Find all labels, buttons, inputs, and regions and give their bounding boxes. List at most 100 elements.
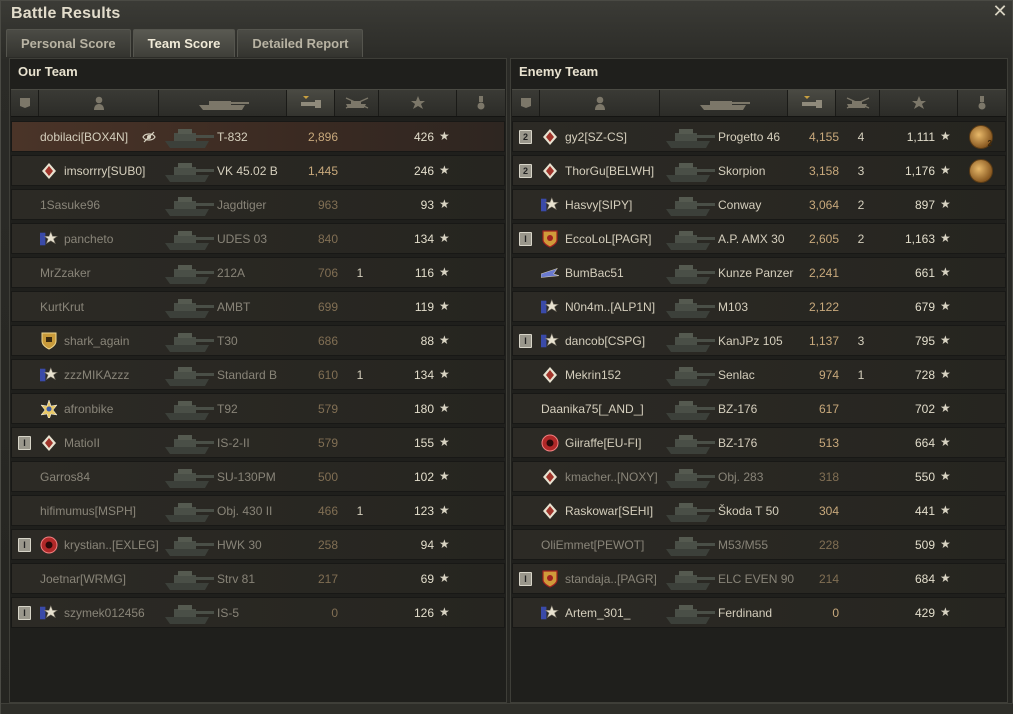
player-name[interactable]: MrZzaker [40, 266, 91, 280]
star-icon: ★ [439, 537, 450, 551]
player-name[interactable]: Daanika75[_AND_] [541, 402, 644, 416]
table-row[interactable]: dobilaci[BOX4N] T-832 2,896 426 ★ [11, 121, 505, 152]
table-row[interactable]: Artem_301_ Ferdinand 0 429 ★ [512, 597, 1006, 628]
xp-value: 1,163 [904, 232, 935, 246]
table-row[interactable]: Iszymek012456 IS-5 0 126 ★ [11, 597, 505, 628]
player-name[interactable]: imsorrry[SUB0] [64, 164, 145, 178]
tank-icon [663, 464, 717, 490]
player-name[interactable]: zzzMIKAzzz [64, 368, 129, 382]
gold-shield-badge-icon [541, 570, 559, 588]
xp-value: 93 [420, 198, 434, 212]
star-icon: ★ [439, 469, 450, 483]
player-name[interactable]: Raskowar[SEHI] [565, 504, 653, 518]
damage-column-icon[interactable] [287, 90, 335, 116]
tab-team-score[interactable]: Team Score [132, 29, 236, 57]
rank-column-icon[interactable] [11, 90, 39, 116]
close-icon[interactable]: ✕ [992, 2, 1008, 20]
player-name[interactable]: dobilaci[BOX4N] [40, 130, 128, 144]
player-name[interactable]: Joetnar[WRMG] [40, 572, 126, 586]
player-column-icon[interactable] [540, 90, 660, 116]
player-name[interactable]: ThorGu[BELWH] [565, 164, 654, 178]
table-row[interactable]: KurtKrut AMBT 699 119 ★ [11, 291, 505, 322]
tab-personal-score[interactable]: Personal Score [6, 29, 131, 57]
player-name[interactable]: dancob[CSPG] [565, 334, 645, 348]
table-row[interactable]: zzzMIKAzzz Standard B 610 1 134 ★ [11, 359, 505, 390]
tank-name: VK 45.02 B [217, 164, 278, 178]
kills-value: 1 [356, 368, 364, 382]
table-row[interactable]: hifimumus[MSPH] Obj. 430 II 466 1 123 ★ [11, 495, 505, 526]
vehicle-column-icon[interactable] [159, 90, 287, 116]
star-icon: ★ [940, 503, 951, 517]
table-row[interactable]: Ikrystian..[EXLEG] HWK 30 258 94 ★ [11, 529, 505, 560]
player-name[interactable]: OliEmmet[PEWOT] [541, 538, 644, 552]
table-row[interactable]: kmacher..[NOXY] Obj. 283 318 550 ★ [512, 461, 1006, 492]
rank-badge-icon: I [519, 572, 532, 586]
table-row[interactable]: afronbike T92 579 180 ★ [11, 393, 505, 424]
player-name[interactable]: KurtKrut [40, 300, 84, 314]
table-row[interactable]: Giiraffe[EU-FI] BZ-176 513 664 ★ [512, 427, 1006, 458]
tank-icon [162, 158, 216, 184]
player-name[interactable]: Garros84 [40, 470, 90, 484]
enemy-team-header [512, 89, 1006, 117]
medal-column-icon[interactable] [457, 90, 505, 116]
player-name[interactable]: BumBac51 [565, 266, 624, 280]
player-name[interactable]: Giiraffe[EU-FI] [565, 436, 641, 450]
star-icon: ★ [439, 163, 450, 177]
damage-column-icon[interactable] [788, 90, 836, 116]
kills-column-icon[interactable] [335, 90, 379, 116]
medal-count: 2 [987, 139, 992, 148]
table-row[interactable]: MrZzaker 212A 706 1 116 ★ [11, 257, 505, 288]
table-row[interactable]: 1Sasuke96 Jagdtiger 963 93 ★ [11, 189, 505, 220]
player-name[interactable]: 1Sasuke96 [40, 198, 100, 212]
tab-detailed-report[interactable]: Detailed Report [237, 29, 364, 57]
tank-name: IS-2-II [217, 436, 250, 450]
table-row[interactable]: Daanika75[_AND_] BZ-176 617 702 ★ [512, 393, 1006, 424]
table-row[interactable]: N0n4m..[ALP1N] M103 2,122 679 ★ [512, 291, 1006, 322]
player-name[interactable]: gy2[SZ-CS] [565, 130, 627, 144]
player-name[interactable]: krystian..[EXLEG] [64, 538, 159, 552]
player-name[interactable]: shark_again [64, 334, 129, 348]
player-name[interactable]: szymek012456 [64, 606, 145, 620]
player-name[interactable]: afronbike [64, 402, 113, 416]
player-name[interactable]: kmacher..[NOXY] [565, 470, 658, 484]
table-row[interactable]: Garros84 SU-130PM 500 102 ★ [11, 461, 505, 492]
table-row[interactable]: BumBac51 Kunze Panzer 2,241 661 ★ [512, 257, 1006, 288]
tank-name: SU-130PM [217, 470, 276, 484]
player-name[interactable]: standaja..[PAGR] [565, 572, 657, 586]
table-row[interactable]: imsorrry[SUB0] VK 45.02 B 1,445 246 ★ [11, 155, 505, 186]
table-row[interactable]: OliEmmet[PEWOT] M53/M55 228 509 ★ [512, 529, 1006, 560]
xp-value: 102 [413, 470, 434, 484]
xp-column-icon[interactable] [379, 90, 457, 116]
table-row[interactable]: Joetnar[WRMG] Strv 81 217 69 ★ [11, 563, 505, 594]
table-row[interactable]: Istandaja..[PAGR] ELC EVEN 90 214 684 ★ [512, 563, 1006, 594]
player-name[interactable]: Artem_301_ [565, 606, 630, 620]
table-row[interactable]: I EccoLoL[PAGR] A.P. AMX 30 2,605 2 1,163 ★ [512, 223, 1006, 254]
tank-name: Skorpion [718, 164, 766, 178]
table-row[interactable]: 2 gy2[SZ-CS] Progetto 46 4,155 4 1,111 ★ 2 [512, 121, 1006, 152]
table-row[interactable]: pancheto UDES 03 840 134 ★ [11, 223, 505, 254]
vehicle-column-icon[interactable] [660, 90, 788, 116]
table-row[interactable]: Raskowar[SEHI] Škoda T 50 304 441 ★ [512, 495, 1006, 526]
damage-value: 686 [317, 334, 338, 348]
table-row[interactable]: Idancob[CSPG] KanJPz 105 1,137 3 795 ★ [512, 325, 1006, 356]
medal-column-icon[interactable] [958, 90, 1006, 116]
player-column-icon[interactable] [39, 90, 159, 116]
player-name[interactable]: MatioII [64, 436, 100, 450]
our-team-header [11, 89, 505, 117]
player-name[interactable]: Hasvy[SIPY] [565, 198, 632, 212]
medal-icon[interactable]: 2 [969, 125, 993, 149]
player-name[interactable]: pancheto [64, 232, 113, 246]
rank-column-icon[interactable] [512, 90, 540, 116]
player-name[interactable]: N0n4m..[ALP1N] [565, 300, 655, 314]
table-row[interactable]: Hasvy[SIPY] Conway 3,064 2 897 ★ [512, 189, 1006, 220]
table-row[interactable]: I MatioII IS-2-II 579 155 ★ [11, 427, 505, 458]
player-name[interactable]: EccoLoL[PAGR] [565, 232, 651, 246]
kills-column-icon[interactable] [836, 90, 880, 116]
player-name[interactable]: Mekrin152 [565, 368, 621, 382]
table-row[interactable]: shark_again T30 686 88 ★ [11, 325, 505, 356]
table-row[interactable]: 2 ThorGu[BELWH] Skorpion 3,158 3 1,176 ★ [512, 155, 1006, 186]
xp-column-icon[interactable] [880, 90, 958, 116]
table-row[interactable]: Mekrin152 Senlac 974 1 728 ★ [512, 359, 1006, 390]
medal-icon[interactable] [969, 159, 993, 183]
player-name[interactable]: hifimumus[MSPH] [40, 504, 136, 518]
